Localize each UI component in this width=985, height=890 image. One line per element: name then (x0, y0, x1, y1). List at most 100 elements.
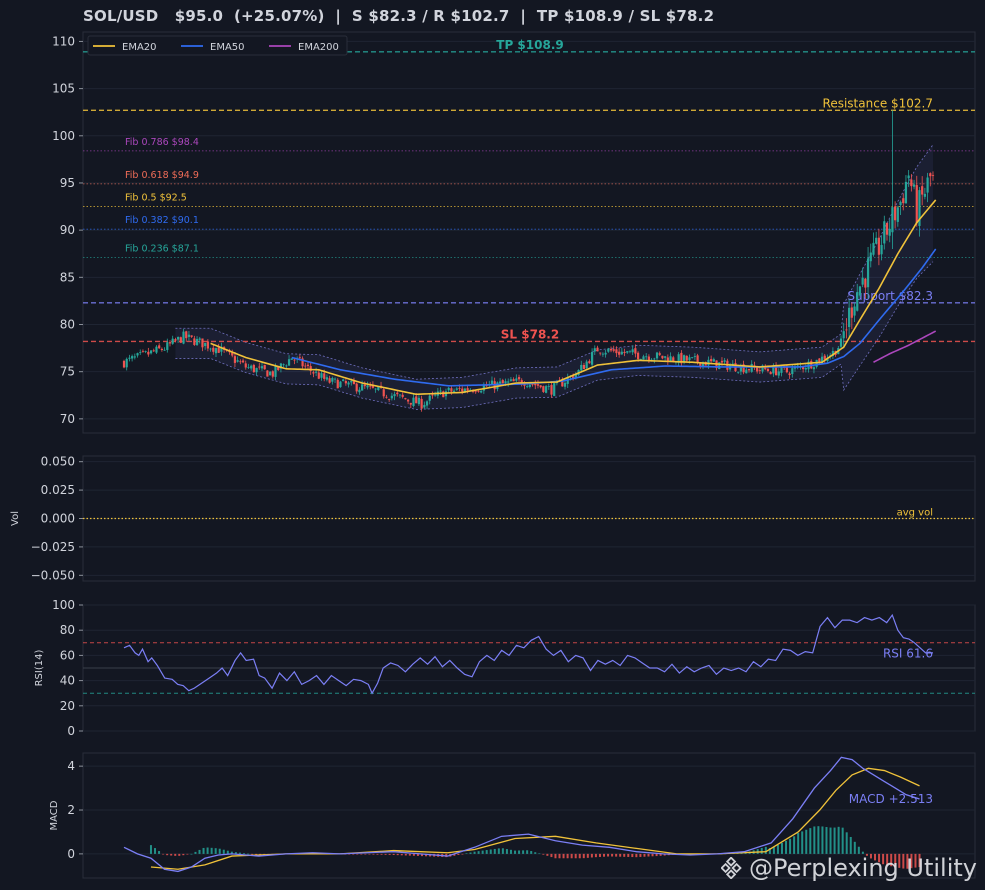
macd-histogram-bar (542, 853, 545, 855)
candle-body (363, 384, 366, 387)
candle-body (209, 348, 212, 350)
candle-body (458, 388, 461, 390)
fib-level-label: Fib 0.236 $87.1 (125, 244, 199, 255)
candle-body (415, 396, 418, 404)
macd-histogram-bar (489, 849, 492, 854)
macd-histogram-bar (651, 853, 654, 857)
candle-body (604, 352, 607, 355)
candle-body (534, 383, 537, 386)
macd-histogram-bar (639, 853, 642, 857)
candle-body (634, 348, 637, 354)
candle-body (655, 352, 659, 359)
candle-body (366, 385, 369, 388)
candle-body (626, 351, 629, 353)
candle-body (409, 402, 412, 405)
macd-histogram-bar (857, 846, 860, 854)
chart-title: SOL/USD $95.0 (+25.07%) | S $82.3 / R $1… (83, 7, 715, 25)
macd-histogram-bar (764, 846, 767, 854)
candle-body (585, 361, 588, 369)
candle-body (580, 364, 583, 371)
candle-body (515, 378, 518, 381)
candle-body (804, 368, 807, 370)
candle-body (125, 358, 128, 368)
macd-histogram-bar (522, 850, 525, 854)
candle-body (174, 339, 177, 341)
macd-histogram-bar (457, 853, 460, 855)
candle-body (853, 306, 856, 316)
candle-body (466, 388, 469, 391)
macd-histogram-bar (805, 829, 808, 854)
candle-body (539, 385, 542, 388)
candle-body (236, 360, 239, 362)
macd-histogram-bar (829, 827, 832, 854)
macd-histogram-bar (247, 853, 250, 855)
candle-body (193, 338, 196, 345)
volume-y-tick-label: −0.025 (31, 540, 75, 554)
candle-body (187, 334, 191, 337)
macd-histogram-bar (615, 853, 618, 857)
candle-body (526, 386, 529, 388)
candle-body (455, 388, 458, 390)
macd-histogram-bar (546, 853, 549, 856)
candle-body (910, 179, 913, 187)
candle-body (425, 401, 429, 406)
macd-histogram-bar (785, 840, 788, 854)
macd-histogram-bar (566, 853, 569, 859)
candle-body (864, 278, 867, 288)
fib-level-label: Fib 0.786 $98.4 (125, 137, 199, 148)
candle-body (239, 361, 242, 363)
candle-body (544, 386, 548, 393)
macd-histogram-bar (817, 826, 820, 854)
fib-level-label: Fib 0.382 $90.1 (125, 215, 199, 226)
macd-histogram-bar (554, 853, 557, 859)
macd-histogram-bar (149, 845, 152, 854)
candle-body (723, 360, 726, 362)
candle-body (861, 277, 864, 285)
candle-body (342, 379, 345, 381)
candle-body (158, 345, 161, 349)
candle-body (377, 386, 380, 391)
candle-body (298, 357, 301, 359)
candle-body (517, 377, 521, 380)
macd-histogram-bar (158, 851, 161, 854)
candle-body (152, 350, 155, 352)
candle-body (848, 307, 851, 328)
candle-body (304, 365, 307, 367)
candle-body (195, 338, 199, 345)
macd-histogram-bar (214, 848, 217, 854)
candle-body (358, 389, 361, 393)
candle-body (907, 175, 910, 179)
macd-histogram-bar (853, 841, 856, 854)
candle-body (266, 370, 269, 377)
candle-body (877, 237, 880, 255)
price-y-tick-label: 105 (52, 82, 75, 96)
candle-body (282, 364, 285, 366)
candle-body (315, 371, 318, 373)
candle-body (842, 331, 845, 339)
candle-body (420, 398, 423, 409)
candle-body (480, 390, 483, 393)
candle-body (642, 356, 645, 360)
candle-body (258, 366, 261, 368)
candle-body (850, 307, 853, 318)
candle-body (720, 360, 724, 363)
price-y-tick-label: 90 (60, 223, 75, 237)
candle-body (758, 370, 761, 371)
macd-histogram-bar (396, 853, 399, 856)
candle-body (563, 382, 567, 387)
candle-body (929, 173, 932, 177)
price-legend: EMA20 EMA50 EMA200 (87, 35, 348, 56)
candle-body (693, 356, 696, 358)
chart-svg: 70 75 80 85 90 95 100 105 110 Fib 0.786 $98.4 Fib … (10, 31, 976, 879)
macd-histogram-bar (607, 853, 610, 857)
candle-body (260, 366, 264, 369)
macd-histogram-bar (392, 853, 395, 855)
candle-body (447, 387, 450, 391)
candle-body (658, 353, 661, 355)
macd-histogram-bar (400, 853, 403, 856)
macd-histogram-bar (849, 836, 852, 854)
candle-body (845, 329, 848, 331)
candle-body (323, 373, 326, 379)
candle-body (504, 381, 507, 384)
candle-body (177, 336, 180, 340)
